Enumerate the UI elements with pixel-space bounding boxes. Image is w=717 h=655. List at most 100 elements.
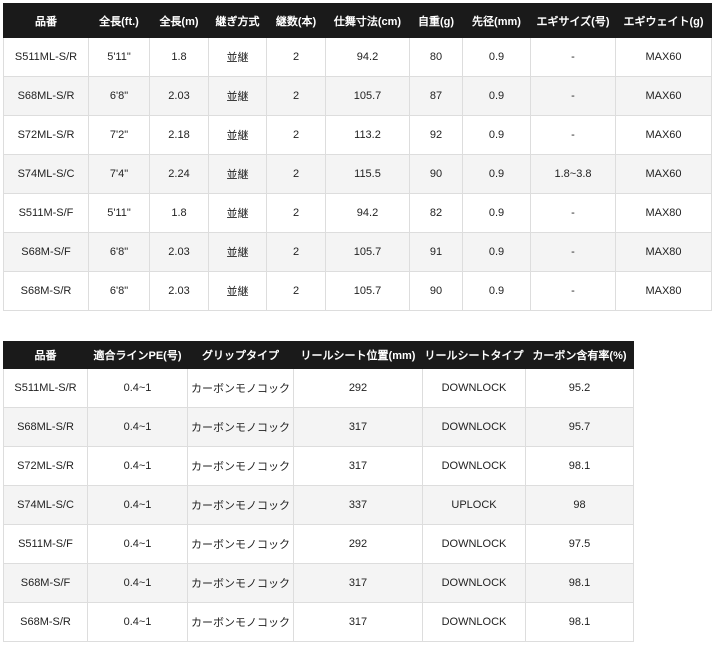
table-cell: MAX80	[615, 271, 712, 311]
table-cell: 317	[293, 563, 423, 603]
header-cell: 自重(g)	[409, 3, 463, 38]
table-cell: 0.4~1	[87, 524, 188, 564]
table-cell: カーボンモノコック	[187, 563, 294, 603]
header-cell: 先径(mm)	[462, 3, 531, 38]
table-cell: 97.5	[525, 524, 634, 564]
model-number-cell: S511M-S/F	[3, 193, 89, 233]
model-number-cell: S68M-S/R	[3, 271, 89, 311]
table-row: S68M-S/R 6'8" 2.03 並継 2 105.7 90 0.9- MAX80	[3, 271, 712, 311]
model-number-cell: S74ML-S/C	[3, 485, 88, 525]
table-cell: 94.2	[325, 37, 410, 77]
table-cell: 105.7	[325, 271, 410, 311]
spec-table-secondary: 品番 適合ラインPE(号) グリップタイプ リールシート位置(mm) リールシー…	[3, 341, 634, 642]
table-cell: 0.9	[462, 76, 531, 116]
table-cell: 98.1	[525, 602, 634, 642]
table-cell: 337	[293, 485, 423, 525]
table-cell: 317	[293, 407, 423, 447]
table-cell: 並継	[208, 115, 267, 155]
table-cell: MAX60	[615, 154, 712, 194]
table-cell: 0.4~1	[87, 407, 188, 447]
table-cell: 6'8"	[88, 271, 150, 311]
table-cell: 0.9	[462, 232, 531, 272]
table-cell: 1.8	[149, 37, 209, 77]
header-cell: リールシート位置(mm)	[293, 341, 423, 369]
model-number-cell: S511M-S/F	[3, 524, 88, 564]
table-cell: 1.8~3.8	[530, 154, 616, 194]
table-cell: 113.2	[325, 115, 410, 155]
table-cell: 317	[293, 446, 423, 486]
table-cell: 並継	[208, 232, 267, 272]
table-cell: DOWNLOCK	[422, 446, 526, 486]
table-cell: 292	[293, 368, 423, 408]
table-row: S68ML-S/R 0.4~1 カーボンモノコック 317 DOWNLOCK 95.7	[3, 407, 634, 447]
header-cell: 継ぎ方式	[208, 3, 267, 38]
table-cell: 2	[266, 76, 326, 116]
table-cell: 5'11"	[88, 37, 150, 77]
table-cell: MAX80	[615, 193, 712, 233]
table-cell: -	[530, 76, 616, 116]
header-cell: エギサイズ(号)	[530, 3, 616, 38]
table-cell: 91	[409, 232, 463, 272]
table-cell: 94.2	[325, 193, 410, 233]
header-cell: 仕舞寸法(cm)	[325, 3, 410, 38]
table-cell: DOWNLOCK	[422, 602, 526, 642]
table-cell: 0.9	[462, 271, 531, 311]
table-cell: 2	[266, 193, 326, 233]
table-cell: 105.7	[325, 232, 410, 272]
table-cell: 2	[266, 271, 326, 311]
table-row: S68ML-S/R 6'8" 2.03 並継 2 105.7 87 0.9- MAX60	[3, 76, 712, 116]
model-number-cell: S68M-S/R	[3, 602, 88, 642]
table-cell: DOWNLOCK	[422, 563, 526, 603]
table-cell: 0.9	[462, 115, 531, 155]
table-cell: -	[530, 271, 616, 311]
table-cell: 7'2"	[88, 115, 150, 155]
table-cell: 2.03	[149, 271, 209, 311]
model-number-cell: S74ML-S/C	[3, 154, 89, 194]
table-row: S511M-S/F 5'11" 1.8 並継 2 94.2 82 0.9- MAX80	[3, 193, 712, 233]
model-number-cell: S72ML-S/R	[3, 115, 89, 155]
table-cell: 並継	[208, 271, 267, 311]
table-cell: カーボンモノコック	[187, 485, 294, 525]
header-cell: 適合ラインPE(号)	[87, 341, 188, 369]
table-cell: 80	[409, 37, 463, 77]
table-cell: カーボンモノコック	[187, 446, 294, 486]
table-cell: 並継	[208, 193, 267, 233]
table-cell: 6'8"	[88, 232, 150, 272]
table-cell: 2	[266, 232, 326, 272]
header-cell: 全長(m)	[149, 3, 209, 38]
table-cell: UPLOCK	[422, 485, 526, 525]
table-row: S74ML-S/C 7'4" 2.24 並継 2 115.5 90 0.9 1.8~3.8 MAX…	[3, 154, 712, 194]
table-cell: 5'11"	[88, 193, 150, 233]
table-cell: 6'8"	[88, 76, 150, 116]
table-cell: 0.9	[462, 154, 531, 194]
table-cell: 並継	[208, 76, 267, 116]
table-row: S72ML-S/R 0.4~1 カーボンモノコック 317 DOWNLOCK 98.1	[3, 446, 634, 486]
table-cell: 0.4~1	[87, 446, 188, 486]
header-cell: エギウェイト(g)	[615, 3, 712, 38]
table-cell: 98.1	[525, 446, 634, 486]
table-cell: 2.18	[149, 115, 209, 155]
model-number-cell: S68M-S/F	[3, 232, 89, 272]
table-cell: 0.4~1	[87, 563, 188, 603]
table-cell: MAX80	[615, 232, 712, 272]
header-cell: グリップタイプ	[187, 341, 294, 369]
table-cell: -	[530, 193, 616, 233]
table-row: S511ML-S/R 5'11" 1.8 並継 2 94.2 80 0.9- MAX60	[3, 37, 712, 77]
table-cell: 98	[525, 485, 634, 525]
table-cell: 0.4~1	[87, 485, 188, 525]
model-number-cell: S68M-S/F	[3, 563, 88, 603]
table-cell: 95.2	[525, 368, 634, 408]
model-number-cell: S68ML-S/R	[3, 76, 89, 116]
table-cell: 0.4~1	[87, 368, 188, 408]
table-cell: -	[530, 232, 616, 272]
table-cell: MAX60	[615, 76, 712, 116]
model-number-cell: S511ML-S/R	[3, 37, 89, 77]
table-row: S74ML-S/C 0.4~1 カーボンモノコック 337 UPLOCK 98	[3, 485, 634, 525]
table-cell: -	[530, 37, 616, 77]
table-cell: 92	[409, 115, 463, 155]
table-cell: 90	[409, 271, 463, 311]
table-cell: 2.03	[149, 232, 209, 272]
table-cell: 95.7	[525, 407, 634, 447]
table-cell: 2.03	[149, 76, 209, 116]
table-cell: -	[530, 115, 616, 155]
